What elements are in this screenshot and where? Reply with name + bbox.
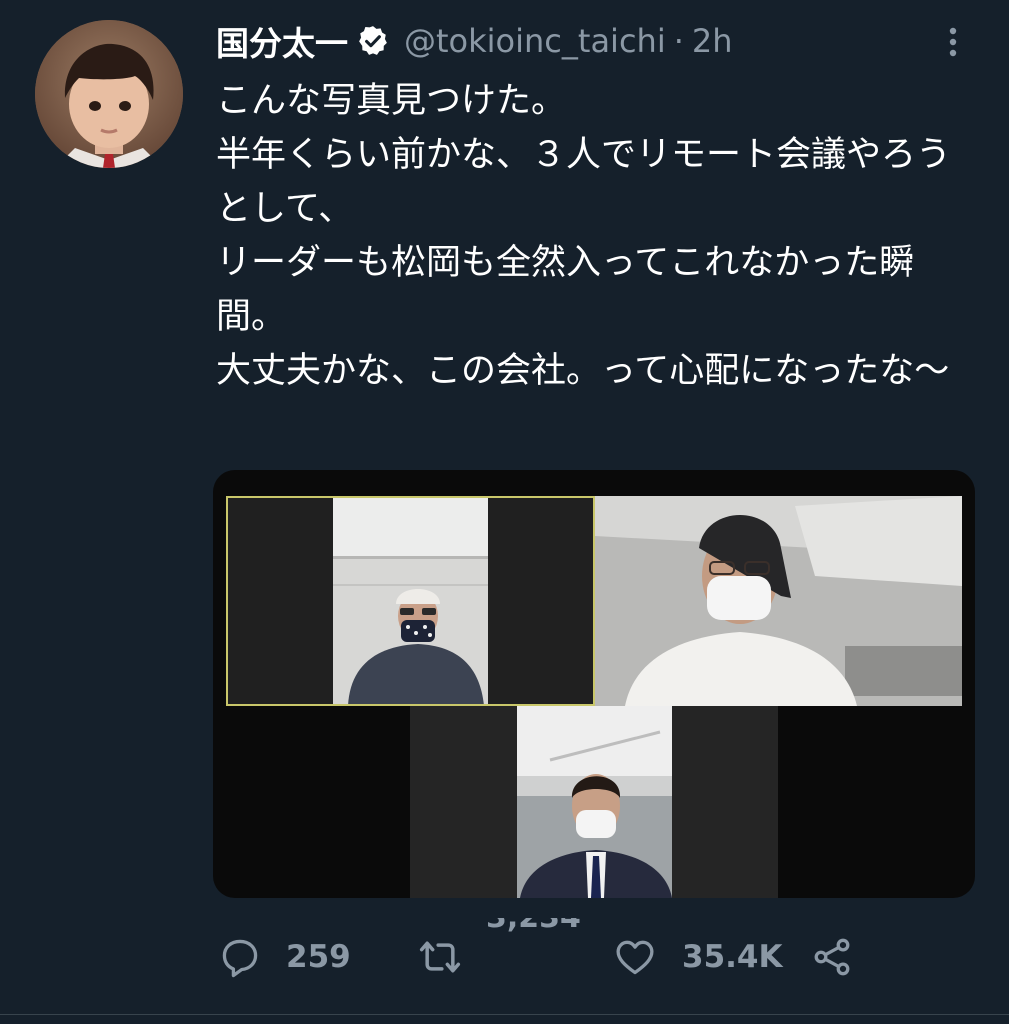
avatar[interactable] — [35, 20, 183, 168]
reply-button[interactable]: 259 — [218, 925, 351, 989]
separator-dot: · — [673, 22, 684, 60]
divider — [0, 1014, 1009, 1015]
like-count: 35.4K — [682, 939, 783, 975]
like-button[interactable]: 35.4K — [612, 925, 783, 989]
share-icon — [810, 935, 854, 979]
tweet-text: こんな写真見つけた。 半年くらい前かな、３人でリモート会議やろうとして、 リーダ… — [216, 81, 952, 391]
tweet-header: 国分太一 @tokioinc_taichi · 2h — [216, 18, 733, 64]
video-tile-2 — [595, 496, 962, 706]
avatar-image — [35, 20, 183, 168]
tweet[interactable]: 国分太一 @tokioinc_taichi · 2h こんな写真見つけた。 半年… — [0, 0, 1009, 1024]
video-tile-3 — [410, 706, 778, 898]
tweet-media-image[interactable] — [213, 470, 975, 898]
reply-icon — [218, 935, 262, 979]
participant-video-2 — [595, 496, 962, 706]
tweet-action-bar: 259 35.4K — [0, 925, 1009, 989]
display-name[interactable]: 国分太一 — [216, 17, 348, 65]
reply-count: 259 — [286, 939, 351, 975]
retweet-button[interactable] — [414, 925, 466, 989]
share-button[interactable] — [810, 925, 854, 989]
video-call-grid — [213, 470, 975, 898]
verified-badge-icon — [356, 24, 390, 58]
video-tile-1 — [226, 496, 595, 706]
timestamp[interactable]: 2h — [692, 22, 733, 60]
more-vertical-icon[interactable] — [940, 24, 966, 60]
retweet-icon — [414, 935, 466, 979]
participant-video-1 — [226, 496, 595, 706]
participant-video-3 — [410, 706, 778, 898]
user-handle[interactable]: @tokioinc_taichi — [404, 22, 666, 60]
heart-icon — [612, 935, 658, 979]
